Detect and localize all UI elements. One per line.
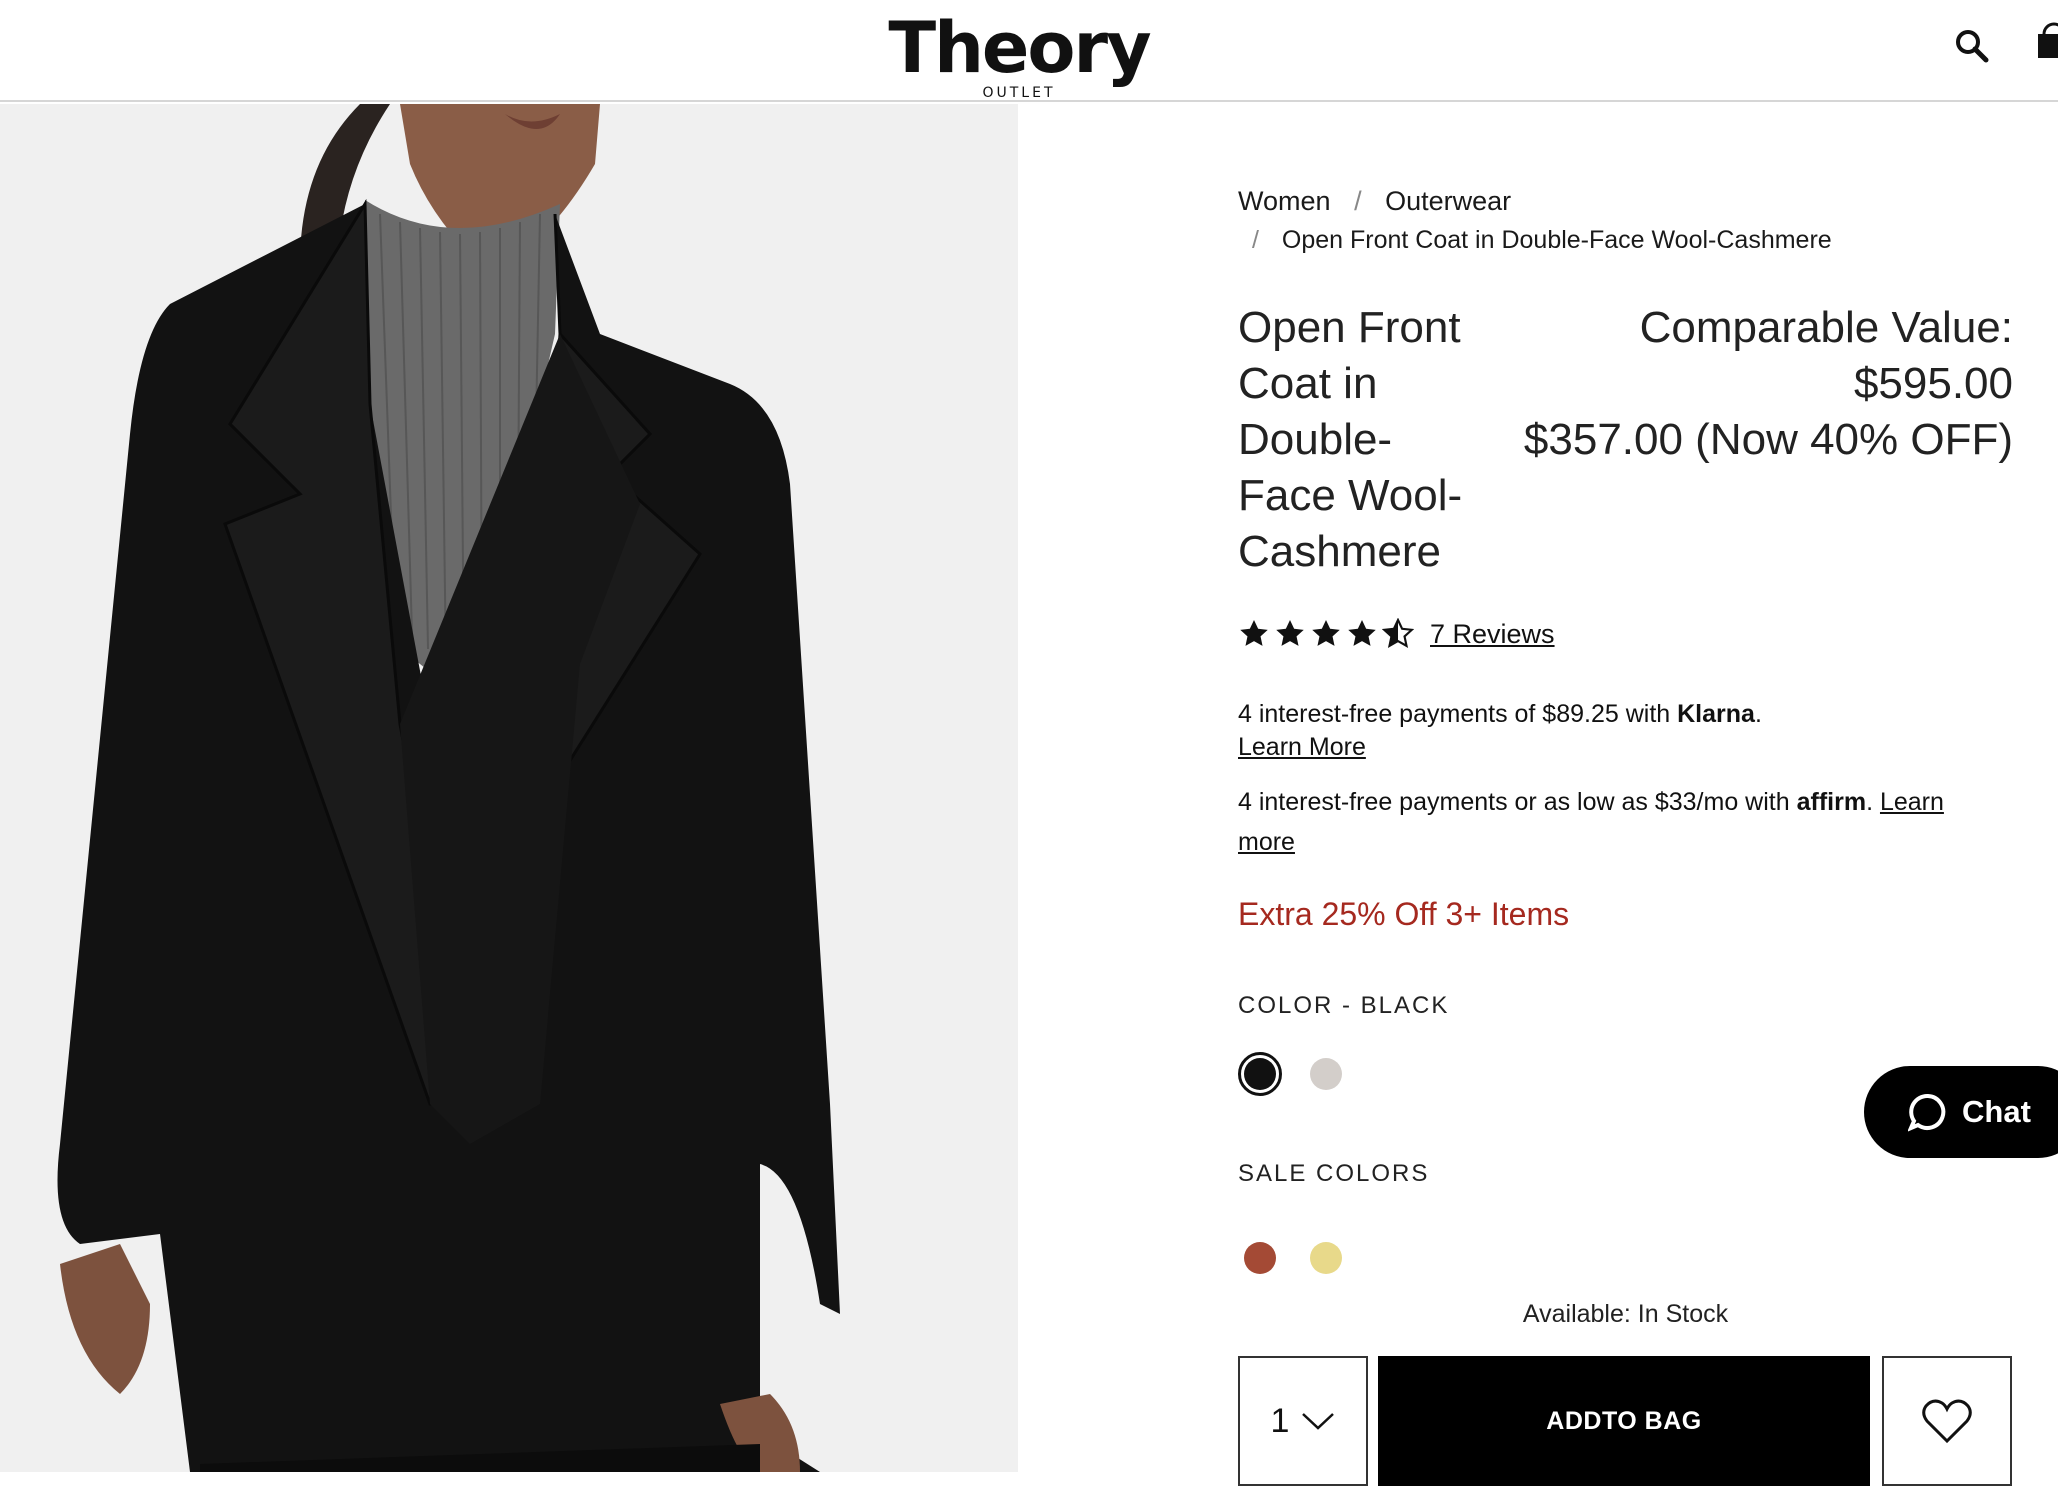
star-icon [1312, 620, 1340, 646]
quantity-select[interactable]: 1 [1238, 1356, 1368, 1486]
breadcrumb-outerwear[interactable]: Outerwear [1385, 186, 1511, 216]
title-line: Coat in [1238, 359, 1378, 408]
product-title: Open Front Coat in Double- Face Wool- Ca… [1238, 300, 1478, 580]
site-header: Theory OUTLET [0, 0, 2058, 102]
klarna-logo: Klarna [1677, 700, 1755, 728]
swatch-fill [1310, 1058, 1342, 1090]
swatch-fill [1244, 1058, 1276, 1090]
klarna-payment-info: 4 interest-free payments of $89.25 with … [1238, 698, 2013, 764]
star-icon [1276, 620, 1304, 646]
breadcrumb-separator: / [1354, 186, 1362, 216]
price-block: Comparable Value: $595.00 $357.00 (Now 4… [1478, 300, 2013, 468]
star-icon [1240, 620, 1268, 646]
chat-label: Chat [1962, 1094, 2031, 1129]
title-line: Cashmere [1238, 527, 1441, 576]
heart-icon [1922, 1399, 1972, 1444]
chat-button[interactable]: Chat [1864, 1066, 2058, 1158]
search-icon[interactable] [1954, 28, 1990, 64]
shopping-bag-icon[interactable] [2034, 20, 2058, 60]
affirm-learn-more-link-cont[interactable]: more [1238, 828, 1295, 856]
affirm-text: 4 interest-free payments or as low as $3… [1238, 788, 1797, 816]
star-icon [1348, 620, 1376, 646]
sale-color-swatches [1238, 1236, 1348, 1280]
wishlist-button[interactable] [1882, 1356, 2012, 1486]
product-rating: 7 Reviews [1238, 614, 1555, 654]
swatch-yellow[interactable] [1304, 1236, 1348, 1280]
chat-bubble-icon [1908, 1094, 1946, 1132]
swatch-black[interactable] [1238, 1052, 1282, 1096]
sale-colors-label: SALE COLORS [1238, 1160, 1430, 1187]
klarna-text: 4 interest-free payments of $89.25 with [1238, 700, 1678, 728]
affirm-payment-info: 4 interest-free payments or as low as $3… [1238, 782, 2013, 862]
breadcrumb-current: Open Front Coat in Double-Face Wool-Cash… [1281, 226, 1832, 254]
add-to-bag-button[interactable]: ADDTO BAG [1378, 1356, 1870, 1486]
promo-banner: Extra 25% Off 3+ Items [1238, 896, 1570, 932]
title-line: Double- [1238, 415, 1393, 464]
color-label: COLOR - BLACK [1238, 992, 1450, 1019]
reviews-link[interactable]: 7 Reviews [1430, 619, 1555, 650]
availability-status: Available: In Stock [1522, 1300, 1729, 1328]
breadcrumb-women[interactable]: Women [1238, 186, 1331, 216]
theory-outlet-logo[interactable]: Theory OUTLET [884, 8, 1154, 100]
swatch-grey[interactable] [1304, 1052, 1348, 1096]
klarna-suffix: . [1754, 700, 1762, 728]
swatch-fill [1310, 1242, 1342, 1274]
comparable-value: Comparable Value: $595.00 [1639, 303, 2013, 408]
swatch-rust[interactable] [1238, 1236, 1282, 1280]
chevron-down-icon [1302, 1413, 1335, 1430]
quantity-value: 1 [1270, 1401, 1290, 1440]
half-star-icon [1382, 618, 1414, 648]
affirm-logo: affirm [1796, 788, 1867, 816]
swatch-fill [1244, 1242, 1276, 1274]
affirm-learn-more-link[interactable]: Learn [1880, 788, 1944, 816]
affirm-suffix: . [1866, 788, 1880, 816]
breadcrumb: Women / Outerwear / Open Front Coat in D… [1238, 186, 2013, 266]
klarna-learn-more-link[interactable]: Learn More [1238, 733, 1366, 761]
star-rating [1238, 618, 1414, 650]
logo-wordmark: Theory [888, 7, 1151, 89]
color-swatches [1238, 1052, 1348, 1096]
title-line: Face Wool- [1238, 471, 1463, 520]
breadcrumb-separator: / [1252, 226, 1259, 254]
sale-price: $357.00 (Now 40% OFF) [1523, 415, 2013, 464]
product-image[interactable] [0, 104, 1018, 1472]
title-line: Open Front [1238, 303, 1461, 352]
